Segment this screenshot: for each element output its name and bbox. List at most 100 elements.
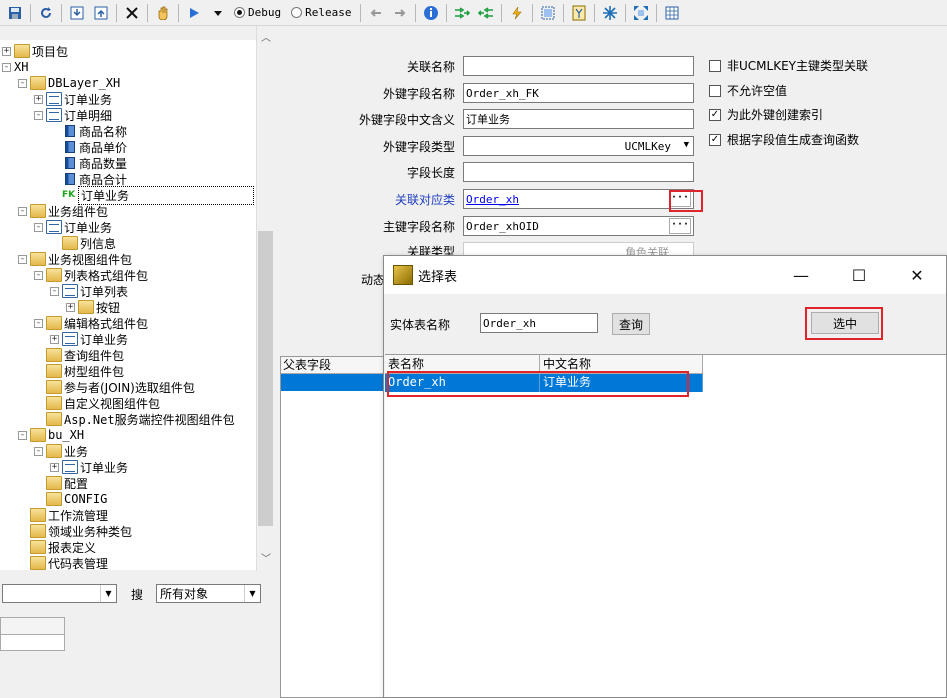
expand-icon[interactable]: +: [50, 462, 59, 472]
tree-node[interactable]: 参与者(JOIN)选取组件包: [34, 379, 195, 395]
release-radio[interactable]: [291, 7, 303, 18]
collapse-icon[interactable]: -: [34, 110, 43, 120]
relation-name-input[interactable]: [463, 56, 694, 76]
tree-node[interactable]: 商品数量: [50, 155, 127, 171]
checkbox-create-index[interactable]: ✓ 为此外键创建索引: [709, 106, 823, 123]
merge-right-icon[interactable]: [453, 4, 471, 22]
checkbox-box[interactable]: [709, 84, 721, 97]
collapse-icon[interactable]: -: [18, 254, 27, 264]
pk-field-browse-button[interactable]: ···: [669, 218, 691, 234]
tree-node[interactable]: 配置: [34, 475, 88, 491]
info-icon[interactable]: [422, 4, 440, 22]
import-icon[interactable]: [68, 4, 86, 22]
collapse-icon[interactable]: -: [18, 206, 27, 216]
tree-node[interactable]: 树型组件包: [34, 363, 124, 379]
checkbox-box[interactable]: [709, 59, 721, 72]
tree-node[interactable]: 自定义视图组件包: [34, 395, 160, 411]
length-input[interactable]: [463, 162, 694, 182]
query-button[interactable]: 查询: [612, 313, 650, 335]
tree-node[interactable]: - 订单明细: [34, 107, 112, 123]
tree-node[interactable]: + 订单业务: [50, 459, 128, 475]
tree-node[interactable]: - 订单业务: [34, 219, 112, 235]
table-icon[interactable]: [663, 4, 681, 22]
back-icon[interactable]: [367, 4, 385, 22]
expand-icon[interactable]: [632, 4, 650, 22]
scroll-down-icon[interactable]: ﹀: [257, 550, 275, 567]
checkbox-not-null[interactable]: 不允许空值: [709, 82, 787, 99]
collapse-icon[interactable]: -: [34, 318, 43, 328]
tree-node[interactable]: - 列表格式组件包: [34, 267, 148, 283]
fk-field-input[interactable]: Order_xh_FK: [463, 83, 694, 103]
related-class-value[interactable]: Order_xh: [466, 193, 519, 206]
tree-scrollbar[interactable]: ︿ ﹀: [256, 26, 274, 571]
related-class-label[interactable]: 关联对应类: [275, 191, 455, 208]
search-input[interactable]: ▼: [2, 584, 117, 603]
snowflake-icon[interactable]: [601, 4, 619, 22]
tree-node[interactable]: CONFIG: [34, 491, 107, 507]
chevron-down-icon[interactable]: ▼: [684, 140, 689, 150]
expand-icon[interactable]: +: [2, 46, 11, 56]
result-grid[interactable]: [0, 617, 65, 651]
forward-icon[interactable]: [391, 4, 409, 22]
tree-node[interactable]: + 订单业务: [50, 331, 128, 347]
chevron-down-icon[interactable]: ▼: [100, 585, 116, 602]
tree-node[interactable]: + 项目包: [2, 43, 68, 59]
entity-name-input[interactable]: Order_xh: [480, 313, 598, 333]
collapse-icon[interactable]: -: [18, 430, 27, 440]
tree-node[interactable]: - bu_XH: [18, 427, 84, 443]
tree-node[interactable]: 领域业务种类包: [18, 523, 132, 539]
related-class-input[interactable]: Order_xh ···: [463, 189, 694, 209]
scroll-up-icon[interactable]: ︿: [257, 29, 275, 46]
tree-node[interactable]: + 按钮: [66, 299, 120, 315]
tree-node[interactable]: - 订单列表: [50, 283, 128, 299]
tree-node[interactable]: 商品单价: [50, 139, 127, 155]
column-header-parent-field[interactable]: 父表字段: [281, 357, 384, 373]
expand-icon[interactable]: +: [34, 94, 43, 104]
tree-node[interactable]: 查询组件包: [34, 347, 124, 363]
save-icon[interactable]: [6, 4, 24, 22]
checkbox-non-ucmlkey[interactable]: 非UCMLKEY主键类型关联: [709, 57, 868, 74]
collapse-icon[interactable]: -: [34, 446, 43, 456]
chevron-down-icon[interactable]: ▼: [244, 585, 260, 602]
tree-node[interactable]: 列信息: [50, 235, 116, 251]
checkbox-box[interactable]: ✓: [709, 108, 721, 121]
tree-node[interactable]: Asp.Net服务端控件视图组件包: [34, 411, 235, 427]
export-icon[interactable]: [92, 4, 110, 22]
tree-node[interactable]: 工作流管理: [18, 507, 108, 523]
tree-node[interactable]: - 业务: [34, 443, 88, 459]
close-button[interactable]: ✕: [888, 256, 946, 294]
frame-icon[interactable]: [539, 4, 557, 22]
tree-node[interactable]: 代码表管理: [18, 555, 108, 570]
collapse-icon[interactable]: -: [50, 286, 59, 296]
search-scope-select[interactable]: 所有对象 ▼: [156, 584, 261, 603]
merge-left-icon[interactable]: [477, 4, 495, 22]
lightning-icon[interactable]: [508, 4, 526, 22]
tree-node[interactable]: 报表定义: [18, 539, 96, 555]
collapse-icon[interactable]: -: [34, 270, 43, 280]
maximize-button[interactable]: ☐: [830, 256, 888, 294]
script-icon[interactable]: [570, 4, 588, 22]
scrollbar-thumb[interactable]: [258, 231, 273, 526]
tree-node[interactable]: - 业务视图组件包: [18, 251, 132, 267]
run-icon[interactable]: [185, 4, 203, 22]
tree-node[interactable]: 商品名称: [50, 123, 127, 139]
tree-node[interactable]: - XH: [2, 59, 28, 75]
fk-type-select[interactable]: UCMLKey ▼: [463, 136, 694, 156]
table-row[interactable]: [281, 374, 384, 391]
fk-cn-input[interactable]: 订单业务: [463, 109, 694, 129]
collapse-icon[interactable]: -: [2, 62, 11, 72]
collapse-icon[interactable]: -: [34, 222, 43, 232]
tree-node[interactable]: - 编辑格式组件包: [34, 315, 148, 331]
expand-icon[interactable]: +: [66, 302, 75, 312]
tree-node[interactable]: - DBLayer_XH: [18, 75, 120, 91]
tree-node[interactable]: + 订单业务: [34, 91, 112, 107]
close-icon[interactable]: [123, 4, 141, 22]
dropdown-icon[interactable]: [209, 4, 227, 22]
checkbox-box[interactable]: ✓: [709, 133, 721, 146]
table-list-grid[interactable]: 表名称 中文名称 Order_xh 订单业务: [385, 354, 946, 697]
checkbox-query-function[interactable]: ✓ 根据字段值生成查询函数: [709, 131, 859, 148]
refresh-icon[interactable]: [37, 4, 55, 22]
hand-icon[interactable]: [154, 4, 172, 22]
collapse-icon[interactable]: -: [18, 78, 27, 88]
debug-radio[interactable]: [234, 7, 245, 18]
